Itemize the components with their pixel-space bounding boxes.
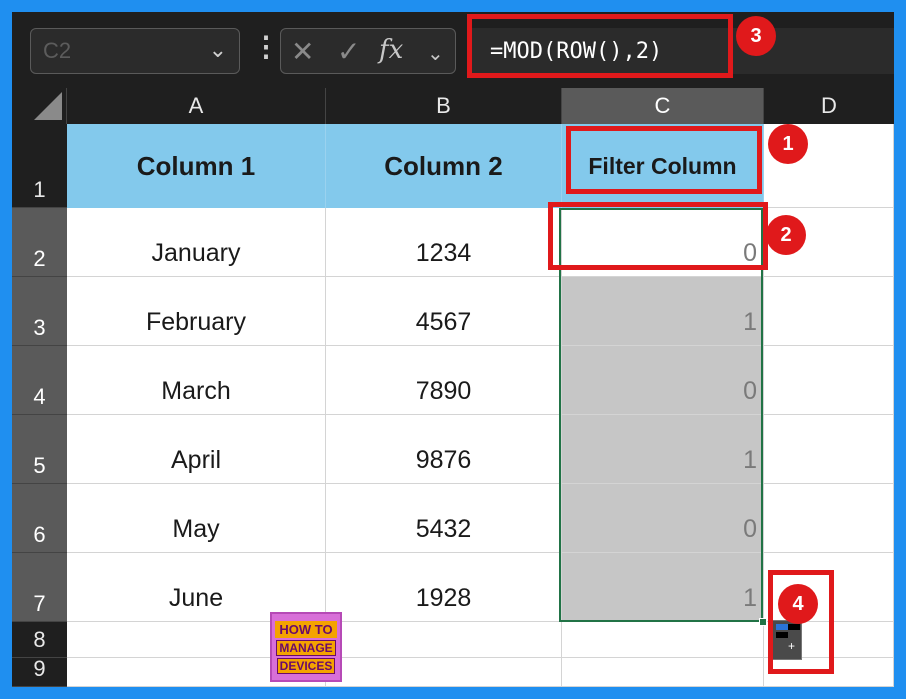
name-box-value: C2 xyxy=(43,38,72,63)
chevron-down-icon[interactable]: ⌄ xyxy=(427,41,444,66)
row-header-9[interactable]: 9 xyxy=(12,656,67,687)
quick-analysis-icon[interactable]: + xyxy=(772,620,802,660)
column-header-a[interactable]: A xyxy=(67,88,326,124)
cell-b4[interactable]: 7890 xyxy=(326,346,562,415)
column-header-c[interactable]: C xyxy=(562,88,764,124)
insert-function-icon[interactable]: fx xyxy=(379,35,403,65)
select-all-corner[interactable] xyxy=(12,88,67,124)
cell-c6[interactable]: 0 xyxy=(562,484,764,553)
spreadsheet-grid: A B C D 1 2 3 4 5 6 7 8 9 Column 1 Colum… xyxy=(12,88,894,687)
cell-a5[interactable]: April xyxy=(67,415,326,484)
cell-d4[interactable] xyxy=(764,346,894,415)
row-header-3[interactable]: 3 xyxy=(12,277,67,346)
cell-b3[interactable]: 4567 xyxy=(326,277,562,346)
column-header-d[interactable]: D xyxy=(764,88,894,124)
formula-input[interactable]: =MOD(ROW(),2) xyxy=(467,28,894,74)
callout-badge-1: 1 xyxy=(768,124,808,164)
cell-c5[interactable]: 1 xyxy=(562,415,764,484)
row-header-8[interactable]: 8 xyxy=(12,622,67,658)
cell-d3[interactable] xyxy=(764,277,894,346)
cell-c8[interactable] xyxy=(562,622,764,658)
cell-b6[interactable]: 5432 xyxy=(326,484,562,553)
column-header-b[interactable]: B xyxy=(326,88,562,124)
row-header-5[interactable]: 5 xyxy=(12,415,67,484)
formula-controls: ✕ ✓ fx ⌄ xyxy=(280,28,456,74)
cell-b2[interactable]: 1234 xyxy=(326,208,562,277)
cell-a4[interactable]: March xyxy=(67,346,326,415)
row-header-7[interactable]: 7 xyxy=(12,553,67,622)
cell-d6[interactable] xyxy=(764,484,894,553)
logo-line-3: DEVICES xyxy=(276,657,336,674)
cell-c9[interactable] xyxy=(562,658,764,687)
callout-badge-4: 4 xyxy=(778,584,818,624)
row-header-6[interactable]: 6 xyxy=(12,484,67,553)
row-header-4[interactable]: 4 xyxy=(12,346,67,415)
chevron-down-icon[interactable]: ⌄ xyxy=(209,37,227,63)
logo-line-1: HOW TO xyxy=(275,620,337,638)
cell-b9[interactable] xyxy=(326,658,562,687)
row-header-2[interactable]: 2 xyxy=(12,208,67,277)
excel-window: C2 ⌄ ⋮ ✕ ✓ fx ⌄ =MOD(ROW(),2) A B C D 1 … xyxy=(12,12,894,687)
cell-c1[interactable]: Filter Column xyxy=(562,124,764,208)
callout-badge-2: 2 xyxy=(766,215,806,255)
logo-line-2: MANAGE xyxy=(276,639,336,656)
cell-c3[interactable]: 1 xyxy=(562,277,764,346)
enter-check-icon[interactable]: ✓ xyxy=(337,35,360,68)
cancel-icon[interactable]: ✕ xyxy=(291,35,314,68)
cell-b7[interactable]: 1928 xyxy=(326,553,562,622)
name-box[interactable]: C2 ⌄ xyxy=(30,28,240,74)
cell-b5[interactable]: 9876 xyxy=(326,415,562,484)
more-options-icon[interactable]: ⋮ xyxy=(252,30,280,63)
cell-d5[interactable] xyxy=(764,415,894,484)
cell-a3[interactable]: February xyxy=(67,277,326,346)
cell-c7[interactable]: 1 xyxy=(562,553,764,622)
cell-b1[interactable]: Column 2 xyxy=(326,124,562,208)
cell-a2[interactable]: January xyxy=(67,208,326,277)
cell-a1[interactable]: Column 1 xyxy=(67,124,326,208)
how-to-manage-devices-logo: HOW TO MANAGE DEVICES xyxy=(270,612,342,682)
cell-d9[interactable] xyxy=(764,658,894,687)
cell-b8[interactable] xyxy=(326,622,562,658)
row-header-1[interactable]: 1 xyxy=(12,124,67,208)
cell-c2[interactable]: 0 xyxy=(562,208,764,277)
fill-handle[interactable] xyxy=(759,618,767,626)
callout-badge-3: 3 xyxy=(736,16,776,56)
cell-c4[interactable]: 0 xyxy=(562,346,764,415)
cell-a6[interactable]: May xyxy=(67,484,326,553)
